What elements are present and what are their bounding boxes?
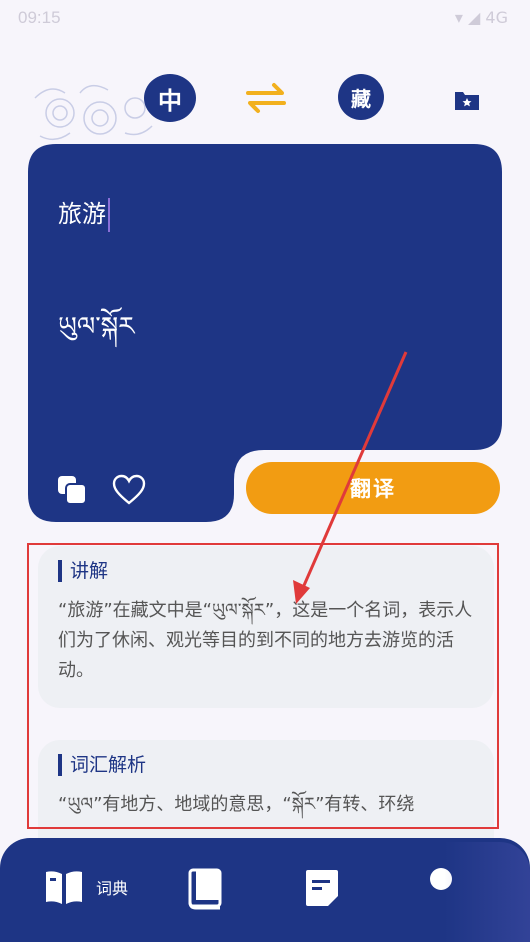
nav-dictionary-label: 词典 xyxy=(96,879,129,898)
nav-dictionary[interactable]: 词典 xyxy=(44,868,128,906)
status-bar: 09:15 ▾ ◢ 4G xyxy=(0,0,530,36)
source-text: 旅游 xyxy=(58,200,106,228)
nav-notes[interactable] xyxy=(304,868,340,908)
book-icon xyxy=(188,868,222,910)
copy-icon[interactable] xyxy=(56,474,88,506)
translation-output: ཡུལ་སྐོར xyxy=(58,312,135,342)
source-language-button[interactable]: 中 xyxy=(144,74,196,122)
annotation-highlight-box xyxy=(27,543,499,829)
document-icon xyxy=(306,870,338,906)
open-book-icon xyxy=(46,871,82,904)
target-language-button[interactable]: 藏 xyxy=(338,74,384,120)
swap-languages-icon[interactable] xyxy=(244,80,288,116)
nav-book[interactable] xyxy=(188,868,224,910)
text-cursor xyxy=(108,198,110,232)
translate-button[interactable]: 翻译 xyxy=(246,462,500,514)
source-text-input[interactable]: 旅游 xyxy=(58,194,110,232)
status-icons: ▾ ◢ 4G xyxy=(454,8,508,27)
status-time: 09:15 xyxy=(18,8,61,27)
floral-decoration xyxy=(34,84,153,141)
favorite-heart-icon[interactable] xyxy=(112,474,146,506)
nav-overlay xyxy=(444,842,530,942)
favorites-folder-icon[interactable] xyxy=(454,89,480,111)
